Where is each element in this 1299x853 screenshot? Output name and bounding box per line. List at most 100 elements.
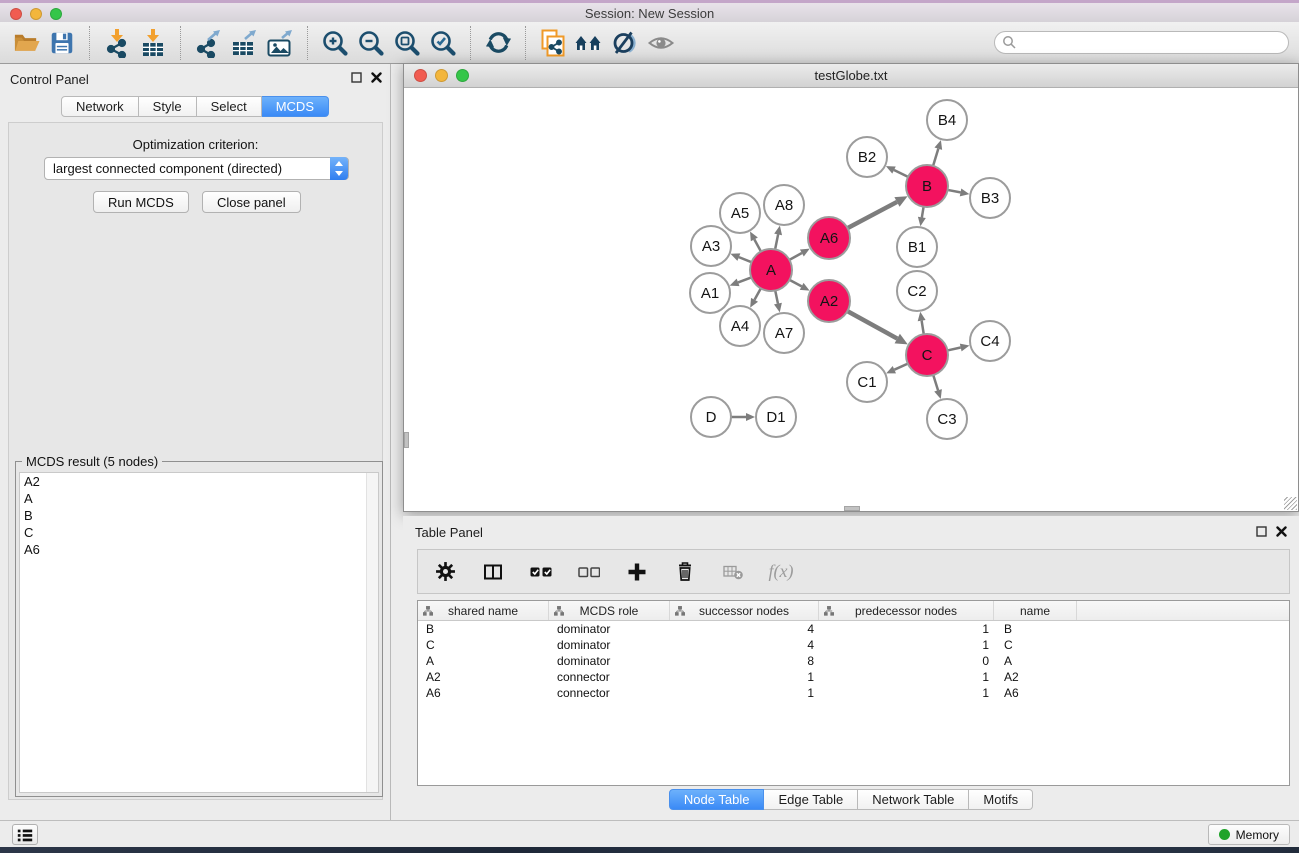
tab-mcds[interactable]: MCDS: [262, 96, 329, 117]
close-panel-button[interactable]: Close panel: [202, 191, 301, 213]
node-A[interactable]: A: [750, 249, 792, 291]
horizontal-scrollbar-thumb[interactable]: [844, 506, 860, 511]
float-table-panel-icon[interactable]: [1256, 526, 1267, 537]
edge-A-A6[interactable]: [789, 253, 801, 260]
column-header-mcds-role[interactable]: MCDS role: [549, 601, 670, 620]
edge-C-C2[interactable]: [922, 321, 924, 335]
node-C[interactable]: C: [906, 334, 948, 376]
node-A5[interactable]: A5: [720, 193, 760, 233]
export-table-button[interactable]: [226, 25, 262, 61]
edge-B-B4[interactable]: [933, 149, 938, 166]
function-builder-button[interactable]: f(x): [768, 559, 794, 585]
edge-A-A2[interactable]: [790, 280, 802, 286]
first-neighbors-button[interactable]: [571, 25, 607, 61]
edge-A-A3[interactable]: [739, 257, 752, 262]
zoom-out-button[interactable]: [353, 25, 389, 61]
edge-A-A8[interactable]: [775, 234, 778, 249]
edge-A-A1[interactable]: [738, 277, 751, 282]
tab-edge-table[interactable]: Edge Table: [764, 789, 858, 810]
table-row[interactable]: Cdominator41C: [418, 637, 1289, 653]
result-item[interactable]: C: [20, 524, 378, 541]
table-row[interactable]: A2connector11A2: [418, 669, 1289, 685]
table-row[interactable]: Adominator80A: [418, 653, 1289, 669]
new-network-from-selection-button[interactable]: [535, 25, 571, 61]
deselect-all-rows-button[interactable]: [576, 559, 602, 585]
node-B4[interactable]: B4: [927, 100, 967, 140]
result-item[interactable]: A: [20, 490, 378, 507]
memory-button[interactable]: Memory: [1208, 824, 1290, 845]
hide-graphics-details-button[interactable]: [607, 25, 643, 61]
node-D[interactable]: D: [691, 397, 731, 437]
export-image-button[interactable]: [262, 25, 298, 61]
zoom-fit-button[interactable]: [389, 25, 425, 61]
float-panel-icon[interactable]: [351, 72, 362, 83]
node-B2[interactable]: B2: [847, 137, 887, 177]
edge-A-A4[interactable]: [755, 288, 761, 299]
node-A2[interactable]: A2: [808, 280, 850, 322]
show-graphics-details-button[interactable]: [643, 25, 679, 61]
node-A4[interactable]: A4: [720, 306, 760, 346]
table-row[interactable]: A6connector11A6: [418, 685, 1289, 701]
edge-B-B3[interactable]: [948, 190, 961, 192]
import-network-button[interactable]: [99, 25, 135, 61]
refresh-view-button[interactable]: [480, 25, 516, 61]
column-header-shared-name[interactable]: shared name: [418, 601, 549, 620]
select-all-rows-button[interactable]: [528, 559, 554, 585]
zoom-in-button[interactable]: [317, 25, 353, 61]
node-C2[interactable]: C2: [897, 271, 937, 311]
edge-A-A7[interactable]: [775, 291, 778, 304]
tab-style[interactable]: Style: [139, 96, 197, 117]
node-A8[interactable]: A8: [764, 185, 804, 225]
edge-C-C1[interactable]: [894, 364, 907, 370]
node-B1[interactable]: B1: [897, 227, 937, 267]
column-header-successor-nodes[interactable]: successor nodes: [670, 601, 819, 620]
tab-select[interactable]: Select: [197, 96, 262, 117]
resize-grip[interactable]: [1284, 497, 1297, 510]
close-table-panel-icon[interactable]: [1276, 526, 1287, 537]
result-item[interactable]: B: [20, 507, 378, 524]
edge-C-C4[interactable]: [947, 348, 960, 351]
column-header-predecessor-nodes[interactable]: predecessor nodes: [819, 601, 994, 620]
result-item[interactable]: A2: [20, 473, 378, 490]
result-item[interactable]: A6: [20, 541, 378, 558]
zoom-selected-button[interactable]: [425, 25, 461, 61]
table-row[interactable]: Bdominator41B: [418, 621, 1289, 637]
edge-A6-B[interactable]: [848, 202, 897, 228]
edge-A2-C[interactable]: [847, 311, 897, 338]
vertical-scrollbar-thumb[interactable]: [404, 432, 409, 448]
tab-node-table[interactable]: Node Table: [669, 789, 765, 810]
result-scrollbar[interactable]: [366, 473, 378, 792]
export-network-button[interactable]: [190, 25, 226, 61]
mcds-result-list[interactable]: A2ABCA6: [19, 472, 379, 793]
node-B3[interactable]: B3: [970, 178, 1010, 218]
node-C1[interactable]: C1: [847, 362, 887, 402]
run-mcds-button[interactable]: Run MCDS: [93, 191, 189, 213]
table-settings-button[interactable]: [432, 559, 458, 585]
node-A1[interactable]: A1: [690, 273, 730, 313]
node-A7[interactable]: A7: [764, 313, 804, 353]
node-B[interactable]: B: [906, 165, 948, 207]
edge-B-B1[interactable]: [922, 207, 924, 218]
node-A3[interactable]: A3: [691, 226, 731, 266]
tab-network[interactable]: Network: [61, 96, 139, 117]
delete-column-button[interactable]: [672, 559, 698, 585]
open-session-button[interactable]: [8, 25, 44, 61]
toggle-column-view-button[interactable]: [480, 559, 506, 585]
tab-motifs[interactable]: Motifs: [969, 789, 1033, 810]
delete-table-button[interactable]: [720, 559, 746, 585]
tab-network-table[interactable]: Network Table: [858, 789, 969, 810]
save-session-button[interactable]: [44, 25, 80, 61]
import-table-button[interactable]: [135, 25, 171, 61]
node-A6[interactable]: A6: [808, 217, 850, 259]
search-input[interactable]: [994, 31, 1289, 54]
criterion-dropdown[interactable]: largest connected component (directed): [44, 157, 349, 180]
node-C3[interactable]: C3: [927, 399, 967, 439]
create-new-column-button[interactable]: [624, 559, 650, 585]
edge-C-C3[interactable]: [933, 375, 938, 390]
task-history-button[interactable]: [12, 824, 38, 845]
node-D1[interactable]: D1: [756, 397, 796, 437]
network-canvas[interactable]: B4 B2 B B3 A8A5 A6 A3 B1 A C2 A1 A2 A4A7 C4 C C1 D C3 D1: [404, 88, 1298, 511]
column-header-name[interactable]: name: [994, 601, 1077, 620]
node-C4[interactable]: C4: [970, 321, 1010, 361]
edge-A-A5[interactable]: [754, 239, 761, 251]
